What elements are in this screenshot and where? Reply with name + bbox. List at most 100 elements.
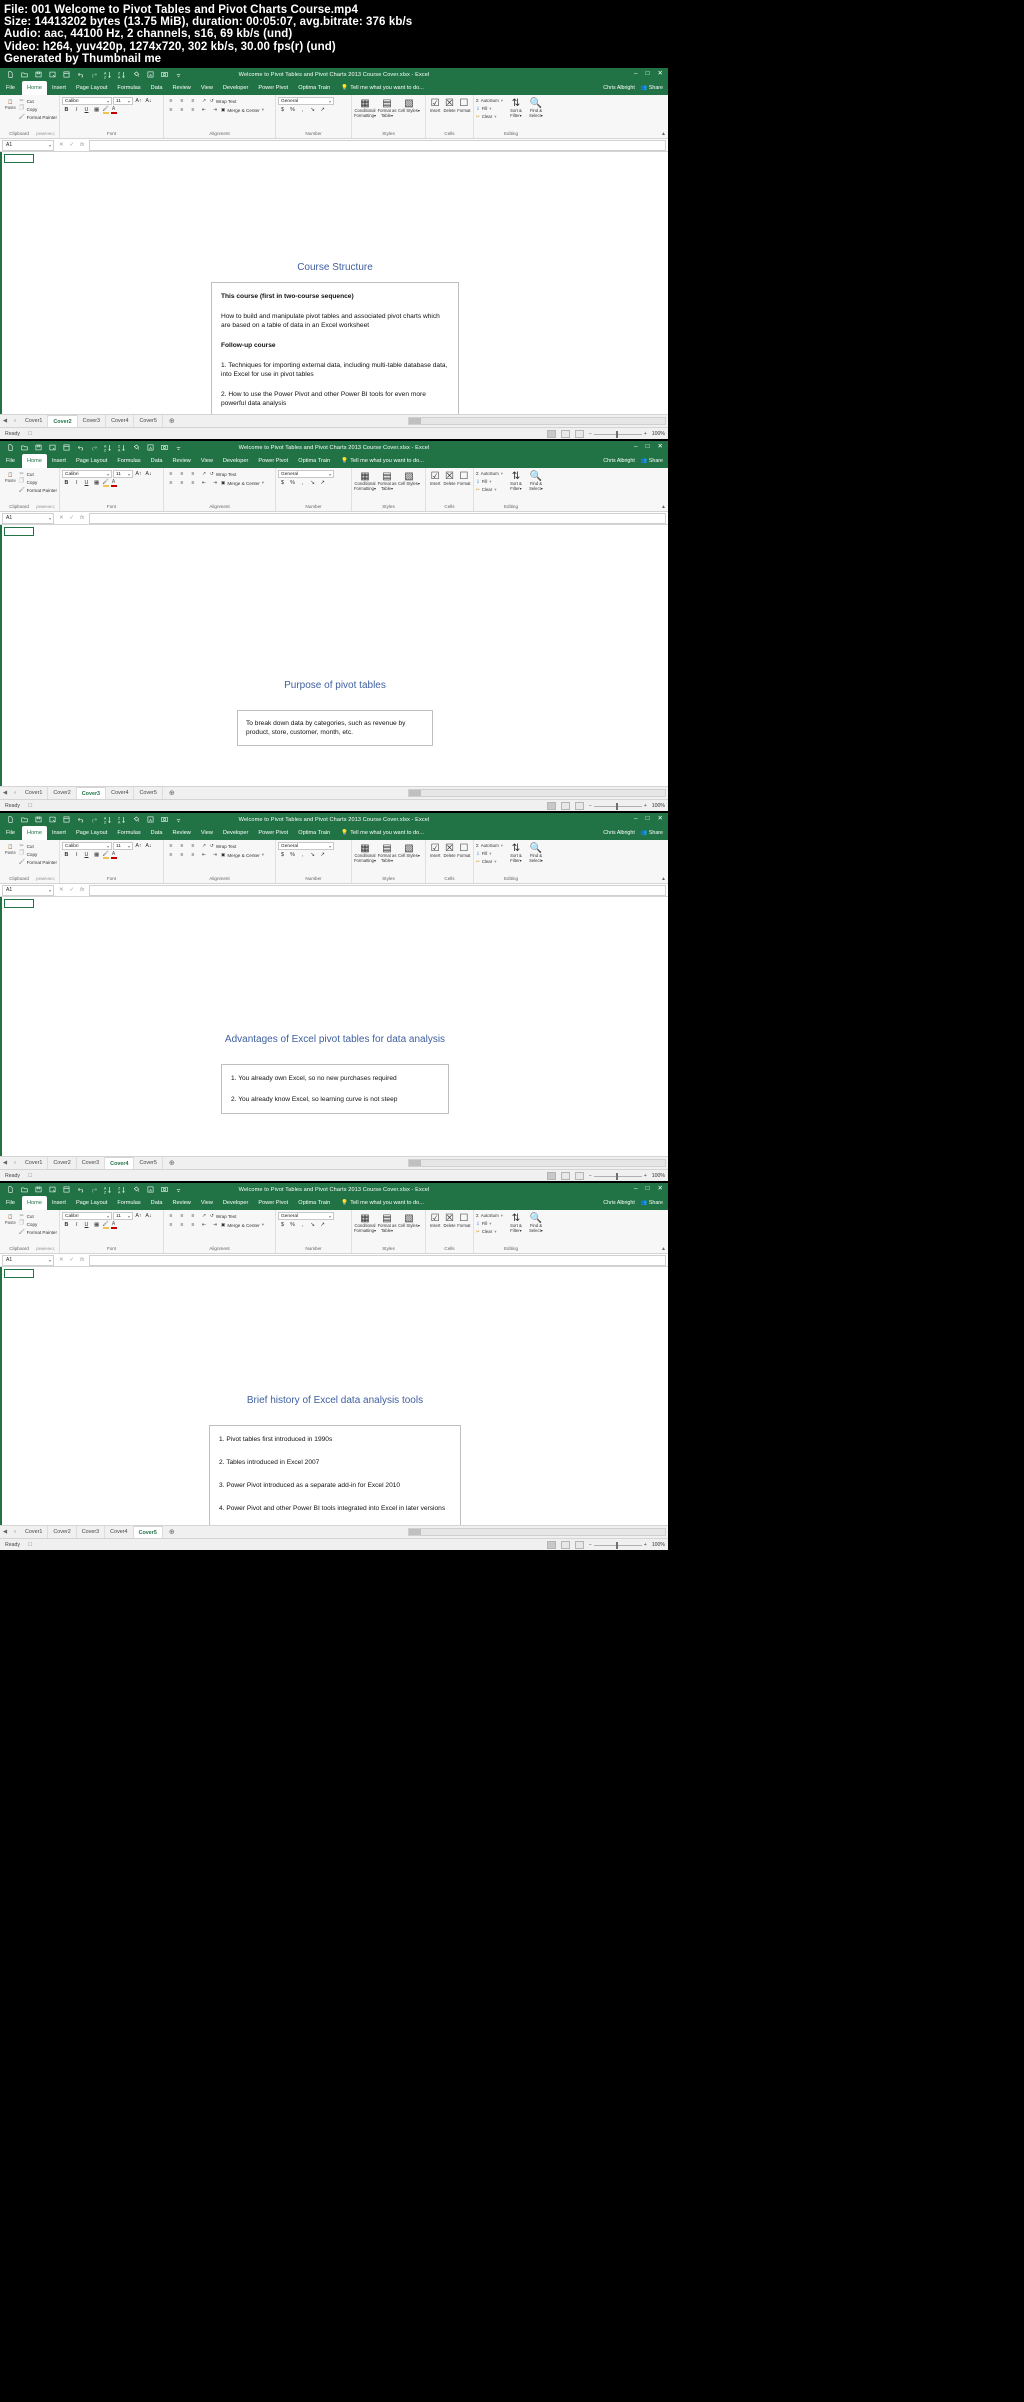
selected-cell[interactable] xyxy=(4,899,34,909)
format-painter-button[interactable]: 🖌 Format Painter xyxy=(19,859,57,865)
copy-button[interactable]: 🗍 Copy xyxy=(19,478,57,486)
format-painter-button[interactable]: 🖌 Format Painter xyxy=(19,114,57,120)
cut-button[interactable]: ✂ Cut xyxy=(19,843,57,849)
currency-button[interactable]: $ xyxy=(278,1221,287,1229)
sheet-tab-cover4[interactable]: Cover4 xyxy=(106,786,135,800)
shrink-font-button[interactable]: A↓ xyxy=(144,1212,153,1220)
zoom-in-button[interactable]: + xyxy=(644,431,647,437)
shrink-font-button[interactable]: A↓ xyxy=(144,97,153,105)
selected-cell[interactable] xyxy=(4,1269,34,1279)
page-layout-view-button[interactable] xyxy=(560,802,570,811)
ribbon-tab-data[interactable]: Data xyxy=(146,1196,168,1210)
borders-button[interactable]: ▦ xyxy=(92,851,101,859)
zoom-level[interactable]: 100% xyxy=(652,431,665,437)
share-button[interactable]: 👥 Share xyxy=(641,1200,663,1206)
chevron-down-icon[interactable]: ▾ xyxy=(327,99,331,104)
prev-sheet-arrow-icon[interactable]: ‹ xyxy=(10,790,20,796)
conditional-formatting-button[interactable]: ▦ Conditional Formatting▾ xyxy=(354,470,376,491)
align-center-button[interactable]: ≡ xyxy=(177,1221,187,1229)
insert-cells-button[interactable]: ☑ Insert xyxy=(428,842,442,859)
increase-decimal-button[interactable]: ↘ xyxy=(308,479,317,487)
ribbon-tab-insert[interactable]: Insert xyxy=(47,454,71,468)
new-document-icon[interactable] xyxy=(3,814,17,825)
align-top-button[interactable]: ≡ xyxy=(166,97,176,105)
font-name-input[interactable]: Calibri ▾ xyxy=(62,1212,112,1221)
text-box-icon[interactable]: A xyxy=(143,69,157,80)
page-break-view-button[interactable] xyxy=(574,1541,584,1550)
chevron-down-icon[interactable]: ▾ xyxy=(501,98,503,104)
prev-sheet-arrow-icon[interactable]: ‹ xyxy=(10,418,20,424)
cut-button[interactable]: ✂ Cut xyxy=(19,1213,57,1219)
sheet-tab-cover5[interactable]: Cover5 xyxy=(133,1525,163,1539)
undo-icon[interactable] xyxy=(73,1184,87,1195)
grow-font-button[interactable]: A↑ xyxy=(134,470,143,478)
wrap-text-button[interactable]: ↺ Wrap Text xyxy=(210,843,236,849)
page-layout-view-button[interactable] xyxy=(560,1172,570,1181)
worksheet-canvas[interactable]: Course Structure This course (first in t… xyxy=(0,152,668,419)
zoom-level[interactable]: 100% xyxy=(652,803,665,809)
ribbon-tab-power-pivot[interactable]: Power Pivot xyxy=(253,1196,293,1210)
chevron-down-icon[interactable]: ▾ xyxy=(105,1214,109,1219)
horizontal-scrollbar[interactable] xyxy=(408,789,666,798)
maximize-icon[interactable]: □ xyxy=(646,1186,650,1193)
save-icon[interactable] xyxy=(31,1184,45,1195)
align-left-button[interactable]: ≡ xyxy=(166,1221,176,1229)
sort-filter-button[interactable]: ⇅ Sort & Filter▾ xyxy=(506,842,526,863)
horizontal-scrollbar[interactable] xyxy=(408,1528,666,1537)
number-format-select[interactable]: General ▾ xyxy=(278,97,334,106)
open-folder-icon[interactable] xyxy=(17,442,31,453)
decrease-decimal-button[interactable]: ↗ xyxy=(318,851,327,859)
sort-filter-button[interactable]: ⇅ Sort & Filter▾ xyxy=(506,97,526,118)
ribbon-tab-insert[interactable]: Insert xyxy=(47,1196,71,1210)
ribbon-tab-formulas[interactable]: Formulas xyxy=(112,1196,145,1210)
tell-me-search[interactable]: 💡 Tell me what you want to do... xyxy=(335,454,424,468)
ribbon-tab-view[interactable]: View xyxy=(196,1196,218,1210)
increase-decimal-button[interactable]: ↘ xyxy=(308,106,317,114)
minimize-icon[interactable]: – xyxy=(634,816,638,823)
chevron-down-icon[interactable]: ▾ xyxy=(494,114,496,120)
cancel-icon[interactable]: ✕ xyxy=(59,887,64,893)
dialog-launcher-icon[interactable]: ременно; xyxy=(36,504,57,510)
decrease-indent-button[interactable]: ⇤ xyxy=(199,106,209,114)
autosum-button[interactable]: Σ AutoSum ▾ xyxy=(476,470,503,477)
delete-cells-button[interactable]: ☒ Delete xyxy=(442,470,456,487)
cut-button[interactable]: ✂ Cut xyxy=(19,471,57,477)
align-bottom-button[interactable]: ≡ xyxy=(188,1212,198,1220)
customize-qat-icon[interactable] xyxy=(171,1184,185,1195)
fill-button[interactable]: ⇩ Fill ▾ xyxy=(476,1220,503,1227)
scrollbar-thumb[interactable] xyxy=(409,418,421,425)
ribbon-tab-data[interactable]: Data xyxy=(146,826,168,840)
open-folder-icon[interactable] xyxy=(17,69,31,80)
close-icon[interactable]: ✕ xyxy=(658,71,663,78)
save-as-icon[interactable] xyxy=(45,69,59,80)
chevron-down-icon[interactable]: ▾ xyxy=(126,99,130,104)
zoom-out-button[interactable]: − xyxy=(589,431,592,437)
sort-descending-icon[interactable]: ZA xyxy=(115,442,129,453)
close-icon[interactable]: ✕ xyxy=(658,1186,663,1193)
dialog-launcher-icon[interactable]: ременно; xyxy=(36,876,57,882)
account-name[interactable]: Chris Albright xyxy=(603,458,635,464)
italic-button[interactable]: I xyxy=(72,106,81,114)
zoom-slider[interactable]: − + xyxy=(589,1172,647,1180)
sheet-tab-cover3[interactable]: Cover3 xyxy=(77,1525,106,1539)
undo-icon[interactable] xyxy=(73,442,87,453)
horizontal-scrollbar[interactable] xyxy=(408,417,666,426)
insert-cells-button[interactable]: ☑ Insert xyxy=(428,97,442,114)
zoom-slider[interactable]: − + xyxy=(589,802,647,810)
save-as-icon[interactable] xyxy=(45,442,59,453)
ribbon-tab-power-pivot[interactable]: Power Pivot xyxy=(253,454,293,468)
ribbon-tab-home[interactable]: Home xyxy=(22,81,47,96)
page-break-view-button[interactable] xyxy=(574,430,584,439)
fill-button[interactable]: ⇩ Fill ▾ xyxy=(476,850,503,857)
chevron-down-icon[interactable]: ▾ xyxy=(49,888,51,893)
cancel-icon[interactable]: ✕ xyxy=(59,515,64,521)
first-sheet-arrow-icon[interactable]: ◀ xyxy=(0,1160,10,1166)
italic-button[interactable]: I xyxy=(72,1221,81,1229)
chevron-down-icon[interactable]: ▾ xyxy=(105,844,109,849)
number-format-select[interactable]: General ▾ xyxy=(278,470,334,479)
format-cells-button[interactable]: ☐ Format xyxy=(457,470,471,487)
underline-button[interactable]: U xyxy=(82,851,91,859)
insert-cells-button[interactable]: ☑ Insert xyxy=(428,470,442,487)
wrap-text-button[interactable]: ↺ Wrap Text xyxy=(210,98,236,104)
ribbon-tab-home[interactable]: Home xyxy=(22,826,47,841)
